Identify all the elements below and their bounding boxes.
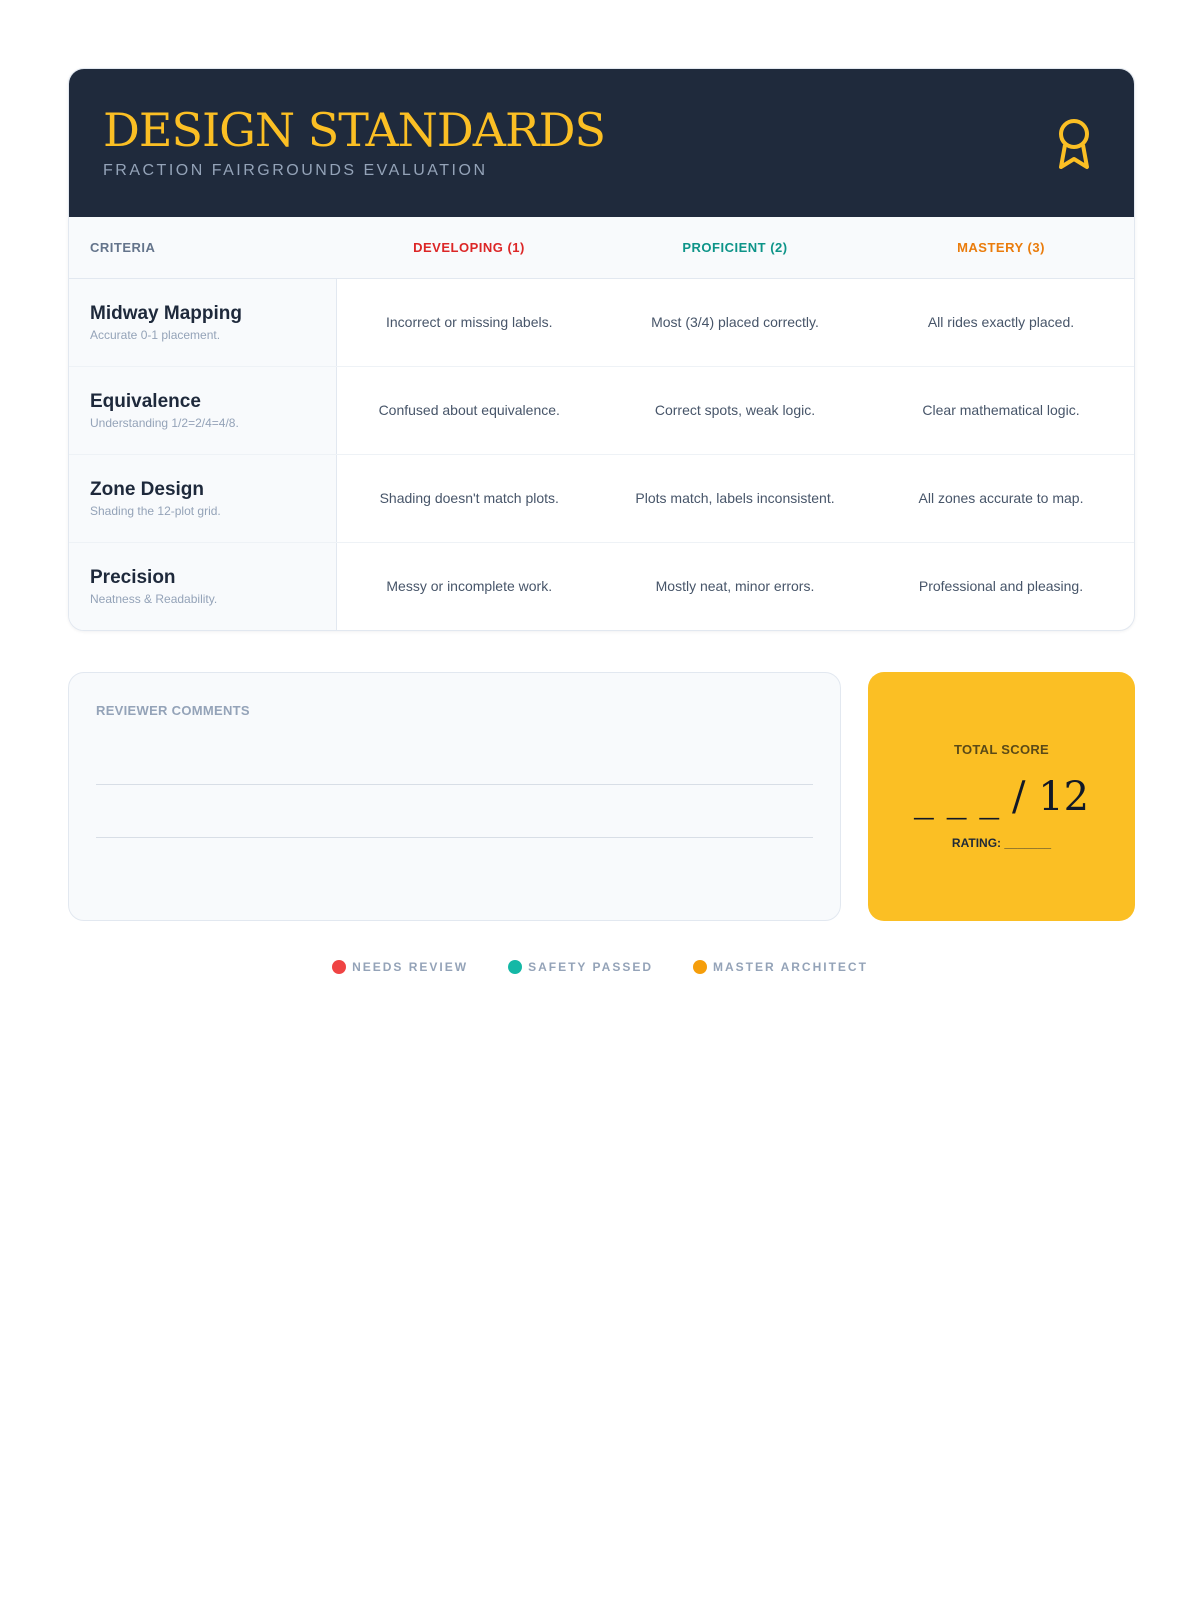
mastery-cell: All rides exactly placed.: [868, 278, 1134, 367]
table-row: Equivalence Understanding 1/2=2/4=4/8. C…: [69, 366, 1134, 455]
total-score-label: TOTAL SCORE: [953, 742, 1050, 757]
table-header-row: CRITERIA DEVELOPING (1) PROFICIENT (2) M…: [69, 217, 1134, 279]
rubric-header: DESIGN STANDARDS FRACTION FAIRGROUNDS EV…: [69, 69, 1134, 217]
legend-label: NEEDS REVIEW: [352, 960, 469, 974]
criteria-name: Precision: [90, 566, 176, 588]
column-header-mastery: MASTERY (3): [868, 217, 1134, 279]
column-header-criteria: CRITERIA: [69, 217, 336, 279]
criteria-cell: Midway Mapping Accurate 0-1 placement.: [69, 278, 337, 367]
legend-item: NEEDS REVIEW: [332, 960, 468, 974]
mastery-cell: All zones accurate to map.: [868, 454, 1134, 543]
comment-line: [96, 837, 813, 838]
criteria-description: Shading the 12-plot grid.: [90, 503, 221, 518]
column-header-proficient: PROFICIENT (2): [602, 217, 868, 279]
developing-cell: Incorrect or missing labels.: [336, 278, 602, 367]
developing-cell: Messy or incomplete work.: [386, 578, 553, 595]
legend: NEEDS REVIEW SAFETY PASSED MASTER ARCHIT…: [0, 960, 1200, 974]
proficient-cell: Most (3/4) placed correctly.: [602, 278, 868, 367]
criteria-description: Accurate 0-1 placement.: [90, 327, 221, 342]
mastery-cell: Clear mathematical logic.: [868, 366, 1134, 455]
reviewer-comments-label: REVIEWER COMMENTS: [96, 703, 250, 718]
rubric-card: DESIGN STANDARDS FRACTION FAIRGROUNDS EV…: [68, 68, 1135, 631]
criteria-name: Equivalence: [90, 390, 201, 412]
mastery-cell: Professional and pleasing.: [918, 578, 1084, 595]
comment-line: [96, 784, 813, 785]
proficient-cell: Correct spots, weak logic.: [602, 366, 868, 455]
rubric-table: CRITERIA DEVELOPING (1) PROFICIENT (2) M…: [69, 217, 1134, 630]
orange-dot-icon: [693, 960, 708, 974]
page-title: DESIGN STANDARDS: [103, 103, 606, 157]
table-row: Zone Design Shading the 12-plot grid. Sh…: [69, 454, 1134, 543]
legend-label: MASTER ARCHITECT: [713, 960, 868, 974]
criteria-name: Zone Design: [90, 478, 205, 500]
proficient-cell: Mostly neat, minor errors.: [655, 578, 815, 595]
criteria-description: Understanding 1/2=2/4=4/8.: [90, 415, 239, 430]
rating-field: RATING: _______: [951, 836, 1052, 850]
table-row: Midway Mapping Accurate 0-1 placement. I…: [69, 278, 1134, 367]
reviewer-comments-box[interactable]: REVIEWER COMMENTS: [68, 672, 841, 921]
criteria-cell: Precision Neatness & Readability.: [69, 542, 337, 630]
teal-dot-icon: [508, 960, 523, 974]
developing-cell: Shading doesn't match plots.: [336, 454, 602, 543]
criteria-cell: Equivalence Understanding 1/2=2/4=4/8.: [69, 366, 337, 455]
table-row: Precision Neatness & Readability. Messy …: [69, 542, 1134, 630]
legend-item: MASTER ARCHITECT: [693, 960, 868, 974]
proficient-cell: Plots match, labels inconsistent.: [602, 454, 868, 543]
legend-item: SAFETY PASSED: [508, 960, 653, 974]
developing-cell: Confused about equivalence.: [336, 366, 602, 455]
red-dot-icon: [332, 960, 347, 974]
column-header-developing: DEVELOPING (1): [336, 217, 602, 279]
total-score-value: _ _ _ / 12: [913, 774, 1090, 820]
award-ribbon-icon: [1059, 119, 1089, 169]
criteria-name: Midway Mapping: [90, 302, 242, 324]
page-subtitle: FRACTION FAIRGROUNDS EVALUATION: [103, 162, 488, 180]
total-score-box: TOTAL SCORE _ _ _ / 12 RATING: _______: [868, 672, 1135, 921]
legend-label: SAFETY PASSED: [528, 960, 654, 974]
criteria-description: Neatness & Readability.: [90, 591, 218, 606]
criteria-cell: Zone Design Shading the 12-plot grid.: [69, 454, 337, 543]
